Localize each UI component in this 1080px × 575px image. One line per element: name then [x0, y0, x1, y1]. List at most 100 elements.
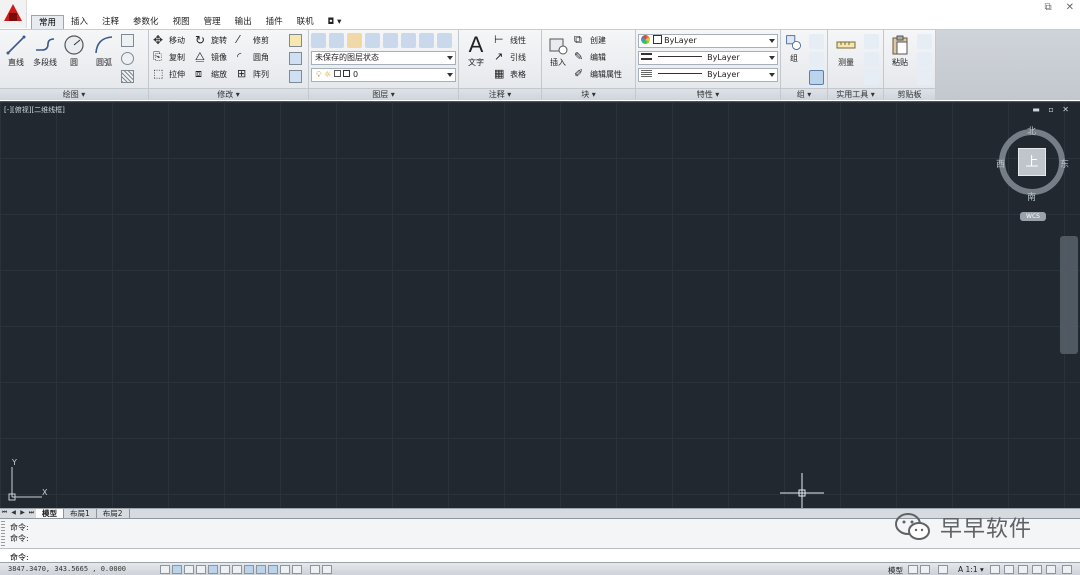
compass-west[interactable]: 西 [996, 157, 1005, 170]
isolate-objects-button[interactable] [1046, 565, 1056, 574]
color-dropdown[interactable]: ByLayer [638, 34, 778, 48]
trim-button[interactable]: ⁄ 修剪 [237, 33, 269, 48]
command-window-grip[interactable] [1, 521, 5, 547]
current-layer-dropdown[interactable]: 💡︎ ☼ 0 [311, 68, 456, 82]
circle-tool-button[interactable]: 圆 [60, 32, 88, 86]
tab-layout2[interactable]: 布局2 [97, 508, 130, 519]
viewcube-top-face[interactable]: 上 [1018, 148, 1046, 176]
lineweight-toggle[interactable] [280, 565, 290, 574]
grid-toggle[interactable] [184, 565, 194, 574]
scale-button[interactable]: ⧈ 缩放 [195, 67, 227, 82]
arc-tool-button[interactable]: 圆弧 [90, 32, 118, 86]
edit-attributes-button[interactable]: ✐ 编辑属性 [574, 67, 622, 82]
draw-panel-title[interactable]: 绘图 ▾ [0, 88, 148, 100]
match-properties-icon[interactable] [917, 70, 932, 85]
tab-parametric[interactable]: 参数化 [126, 15, 166, 29]
leader-button[interactable]: ↗ 引线 [494, 50, 526, 65]
quick-view-drawings-button[interactable] [920, 565, 930, 574]
clipboard-panel-title[interactable]: 剪贴板 [884, 88, 935, 100]
tab-annotate[interactable]: 注释 [95, 15, 126, 29]
snap-mode-toggle[interactable] [172, 565, 182, 574]
insert-block-button[interactable]: 插入 [544, 32, 572, 86]
dyn-toggle[interactable] [268, 565, 278, 574]
group-select-icon[interactable] [809, 70, 824, 85]
erase-icon[interactable] [289, 34, 302, 47]
3d-osnap-toggle[interactable] [232, 565, 242, 574]
move-button[interactable]: ✥ 移动 [153, 33, 185, 48]
linetype-dropdown[interactable]: ByLayer [638, 51, 778, 65]
table-button[interactable]: ▦ 表格 [494, 67, 526, 82]
fillet-button[interactable]: ◜ 圆角 [237, 50, 269, 65]
cut-icon[interactable] [917, 34, 932, 49]
linear-dimension-button[interactable]: ⊢ 线性 [494, 33, 526, 48]
array-button[interactable]: ⊞ 阵列 [237, 67, 269, 82]
groups-panel-title[interactable]: 组 ▾ [781, 88, 827, 100]
first-layout-button[interactable]: ⏮ [0, 509, 9, 518]
tab-output[interactable]: 输出 [228, 15, 259, 29]
lock-ui-button[interactable] [1032, 565, 1042, 574]
viewport-label[interactable]: [-][俯视][二维线框] [4, 105, 65, 115]
tab-layout1[interactable]: 布局1 [64, 508, 97, 519]
quick-view-layouts-button[interactable] [908, 565, 918, 574]
modify-panel-title[interactable]: 修改 ▾ [149, 88, 308, 100]
prev-layout-button[interactable]: ◀ [9, 509, 18, 518]
layer-match-icon[interactable] [401, 33, 416, 48]
utilities-panel-title[interactable]: 实用工具 ▾ [828, 88, 883, 100]
ungroup-icon[interactable] [809, 34, 824, 49]
wcs-menu[interactable]: WCS [1020, 212, 1046, 221]
rectangle-icon[interactable] [121, 34, 134, 47]
layer-iso-icon[interactable] [329, 33, 344, 48]
command-input[interactable] [10, 552, 910, 562]
hatch-icon[interactable] [121, 70, 134, 83]
close-window-button[interactable]: ✕ [1066, 2, 1074, 13]
layers-panel-title[interactable]: 图层 ▾ [309, 88, 458, 100]
copy-button[interactable]: ⎘ 复制 [153, 50, 185, 65]
last-layout-button[interactable]: ⏭ [27, 509, 36, 518]
compass-south[interactable]: 南 [1027, 190, 1036, 203]
layer-state-dropdown[interactable]: 未保存的图层状态 [311, 51, 456, 65]
polyline-tool-button[interactable]: 多段线 [30, 32, 60, 86]
compass-north[interactable]: 北 [1027, 124, 1036, 137]
id-point-icon[interactable] [864, 52, 879, 67]
annotation-panel-title[interactable]: 注释 ▾ [459, 88, 541, 100]
tab-insert[interactable]: 插入 [64, 15, 95, 29]
text-tool-button[interactable]: A 文字 [462, 32, 490, 86]
drawing-canvas[interactable]: [-][俯视][二维线框] ▬ ▫ ✕ [0, 101, 1080, 518]
quick-properties-toggle[interactable] [310, 565, 320, 574]
copy-clip-icon[interactable] [917, 52, 932, 67]
tab-online[interactable]: 联机 [290, 15, 321, 29]
properties-panel-title[interactable]: 特性 ▾ [636, 88, 780, 100]
create-block-button[interactable]: ⧉ 创建 [574, 33, 606, 48]
tab-manage[interactable]: 管理 [197, 15, 228, 29]
clean-screen-button[interactable] [1062, 565, 1072, 574]
restore-window-button[interactable]: ⧉ [1044, 2, 1051, 13]
explode-icon[interactable] [289, 52, 302, 65]
ortho-toggle[interactable] [196, 565, 206, 574]
selection-cycling-toggle[interactable] [322, 565, 332, 574]
layer-freeze-icon[interactable] [347, 33, 362, 48]
annotation-scale[interactable]: A 1:1 ▾ [958, 565, 984, 574]
auto-scale-toggle[interactable] [1004, 565, 1014, 574]
compass-east[interactable]: 东 [1060, 157, 1069, 170]
workspace-switch-button[interactable] [1018, 565, 1028, 574]
tab-plugins[interactable]: 插件 [259, 15, 290, 29]
calculator-icon[interactable] [864, 70, 879, 85]
mirror-button[interactable]: ⧋ 镜像 [195, 50, 227, 65]
rotate-button[interactable]: ↻ 旋转 [195, 33, 227, 48]
next-layout-button[interactable]: ▶ [18, 509, 27, 518]
model-space-toggle[interactable]: 模型 [888, 565, 903, 575]
transparency-toggle[interactable] [292, 565, 302, 574]
group-button[interactable]: 组 [783, 32, 805, 86]
edit-block-button[interactable]: ✎ 编辑 [574, 50, 606, 65]
application-menu-button[interactable] [0, 0, 27, 28]
tab-view[interactable]: 视图 [166, 15, 197, 29]
cursor-coordinates[interactable]: 3847.3470, 343.5665 , 0.0000 [8, 565, 126, 573]
annotation-visibility-toggle[interactable] [990, 565, 1000, 574]
ellipse-icon[interactable] [121, 52, 134, 65]
tab-model[interactable]: 模型 [36, 508, 64, 519]
osnap-toggle[interactable] [220, 565, 230, 574]
ducs-toggle[interactable] [256, 565, 266, 574]
polar-toggle[interactable] [208, 565, 218, 574]
viewcube[interactable]: 上 北 南 东 西 [996, 124, 1069, 203]
navigation-bar[interactable] [1060, 236, 1078, 354]
